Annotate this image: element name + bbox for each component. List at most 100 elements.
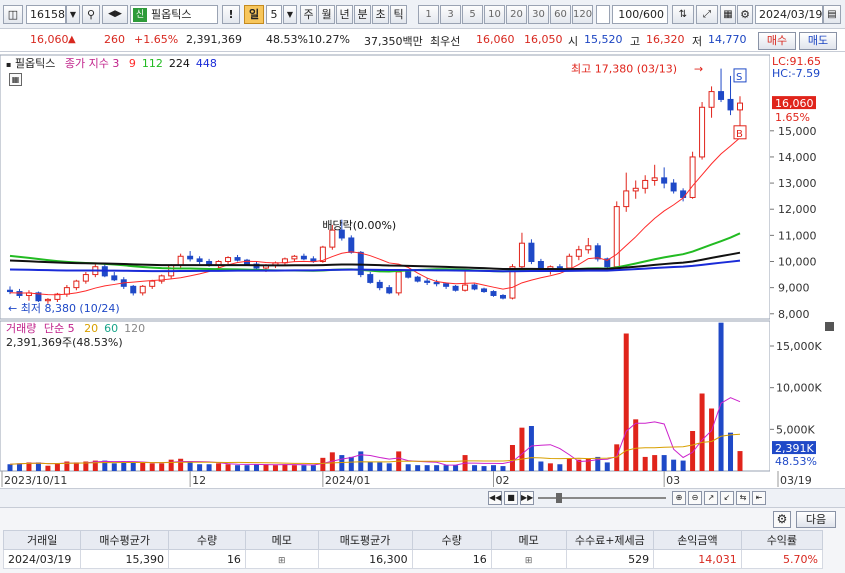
candle-body[interactable] (386, 287, 393, 294)
volume-bar[interactable] (310, 465, 316, 471)
period-button-0[interactable]: 주 (300, 5, 317, 24)
bar-count-field[interactable]: 100/600 (612, 5, 668, 24)
interval-button-10[interactable]: 10 (484, 5, 505, 24)
interval-button-3[interactable]: 3 (440, 5, 461, 24)
candle-body[interactable] (329, 229, 336, 248)
candle-body[interactable] (708, 91, 715, 108)
search-icon[interactable]: ⚲ (82, 5, 100, 24)
column-header-4[interactable]: 매도평균가 (317, 530, 413, 550)
volume-bar[interactable] (253, 464, 259, 471)
volume-bar[interactable] (197, 464, 203, 471)
column-header-3[interactable]: 메모 (244, 530, 319, 550)
candle-body[interactable] (82, 274, 89, 282)
volume-bar[interactable] (500, 466, 506, 471)
candle-body[interactable] (234, 257, 241, 261)
volume-bar[interactable] (519, 427, 525, 471)
candle-body[interactable] (139, 285, 146, 294)
table-cell-2[interactable]: 16 (168, 549, 246, 569)
interval-button-60[interactable]: 60 (550, 5, 571, 24)
volume-bar[interactable] (434, 465, 440, 471)
candle-body[interactable] (452, 285, 459, 291)
arrow-expand-icon[interactable]: ↗ (704, 491, 718, 505)
volume-bar[interactable] (453, 465, 459, 471)
alert-button[interactable]: ! (222, 5, 240, 24)
zoom-out-icon[interactable]: ⊖ (688, 491, 702, 505)
zoom-slider-handle[interactable] (556, 493, 562, 503)
volume-bar[interactable] (301, 465, 307, 471)
candle-body[interactable] (575, 249, 582, 257)
candle-body[interactable] (149, 280, 156, 287)
volume-bar[interactable] (595, 456, 601, 471)
candle-body[interactable] (727, 98, 734, 111)
volume-bar[interactable] (216, 463, 222, 471)
volume-bar[interactable] (709, 408, 715, 472)
volume-bar[interactable] (206, 464, 212, 471)
candle-body[interactable] (291, 255, 298, 260)
column-header-6[interactable]: 메모 (490, 530, 567, 550)
volume-bar[interactable] (661, 455, 667, 471)
table-cell-1[interactable]: 15,390 (80, 549, 169, 569)
chart-area[interactable]: 15,000 14,000 13,000 12,000 11,000 10,000 9,00… (0, 53, 845, 490)
volume-bar[interactable] (690, 431, 696, 471)
candle-body[interactable] (462, 284, 469, 291)
candle-body[interactable] (623, 190, 630, 208)
column-header-2[interactable]: 수량 (168, 530, 246, 550)
volume-bar[interactable] (491, 465, 497, 471)
chart-svg[interactable]: 15,000 14,000 13,000 12,000 11,000 10,000 9,00… (0, 53, 845, 490)
zoom-in-icon[interactable]: ⊕ (672, 491, 686, 505)
volume-bar[interactable] (187, 462, 193, 471)
volume-bar[interactable] (16, 463, 22, 471)
gear-icon[interactable]: ⚙ (737, 5, 753, 24)
period-button-2[interactable]: 년 (336, 5, 353, 24)
volume-bar[interactable] (272, 465, 278, 471)
candle-body[interactable] (225, 257, 232, 262)
volume-bar[interactable] (339, 455, 345, 471)
interval-button-20[interactable]: 20 (506, 5, 527, 24)
volume-bar[interactable] (538, 461, 544, 472)
volume-bar[interactable] (604, 462, 610, 471)
volume-bar[interactable] (159, 463, 165, 471)
table-row[interactable]: 2024/03/19 15,390 16 ⊞ 16,300 16 ⊞ 529 14,031 5.7… (2, 549, 824, 569)
candle-body[interactable] (490, 291, 497, 296)
volume-bar[interactable] (130, 462, 136, 471)
volume-bar[interactable] (652, 455, 658, 471)
period-button-3[interactable]: 분 (354, 5, 371, 24)
volume-bar[interactable] (149, 463, 155, 471)
table-cell-6[interactable]: ⊞ (490, 549, 567, 569)
table-cell-7[interactable]: 529 (565, 549, 655, 569)
period-day-button[interactable]: 일 (244, 5, 264, 24)
candle-body[interactable] (718, 91, 725, 100)
candle-body[interactable] (433, 281, 440, 285)
grid-settings-gear-icon[interactable]: ⚙ (773, 511, 791, 528)
scroll-last-icon[interactable]: ▶▶ (520, 491, 534, 505)
volume-bar[interactable] (557, 464, 563, 471)
candle-body[interactable] (7, 289, 13, 293)
volume-bar[interactable] (443, 465, 449, 471)
trend-line-icon[interactable]: ⤢ (696, 5, 718, 24)
candle-body[interactable] (699, 106, 706, 158)
volume-bar[interactable] (235, 465, 241, 471)
table-cell-0[interactable]: 2024/03/19 (2, 549, 82, 569)
interval-button-5[interactable]: 5 (462, 5, 483, 24)
candle-body[interactable] (187, 255, 194, 260)
candle-body[interactable] (348, 237, 355, 253)
volume-bar[interactable] (415, 465, 421, 471)
arrow-shrink-icon[interactable]: ↙ (720, 491, 734, 505)
volume-bar[interactable] (424, 465, 430, 471)
volume-bar[interactable] (244, 465, 250, 471)
prev-next-icon[interactable]: ◀▶ (102, 5, 128, 24)
candle-body[interactable] (594, 245, 601, 260)
volume-bar[interactable] (111, 463, 117, 471)
candle-body[interactable] (63, 287, 70, 295)
volume-bar[interactable] (509, 445, 515, 471)
table-cell-3[interactable]: ⊞ (244, 549, 319, 569)
candle-body[interactable] (661, 177, 668, 184)
volume-bar[interactable] (291, 465, 297, 471)
candle-body[interactable] (632, 187, 639, 192)
calendar-icon[interactable]: ▤ (823, 5, 841, 24)
volume-bar[interactable] (140, 462, 146, 471)
buy-button[interactable]: 매수 (758, 32, 796, 50)
candle-body[interactable] (367, 274, 374, 283)
volume-bar[interactable] (472, 465, 478, 471)
candle-body[interactable] (481, 288, 488, 293)
